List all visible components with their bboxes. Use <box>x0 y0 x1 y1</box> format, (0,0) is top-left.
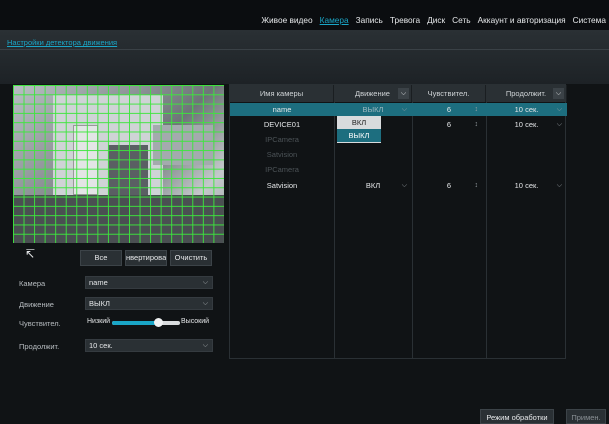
nav-system[interactable]: Система <box>573 15 606 25</box>
duration-select[interactable]: 10 сек. ⌵ <box>85 339 213 352</box>
process-mode-button[interactable]: Режим обработки <box>480 409 554 424</box>
nav-account[interactable]: Аккаунт и авторизация <box>478 15 566 25</box>
nav-live-video[interactable]: Живое видео <box>261 15 312 25</box>
page-header: Настройки детектора движения <box>0 30 609 84</box>
sensitivity-label: Чувствител. <box>19 319 61 328</box>
cell-motion[interactable]: ВЫКЛ ⌵ <box>334 103 412 116</box>
cell-name: IPCamera <box>265 135 299 144</box>
header-duration-label: Продолжит. <box>505 89 547 98</box>
table-row[interactable]: DEVICE01 6 ↕ 10 сек. ⌵ <box>230 118 567 131</box>
duration-label: Продолжит. <box>19 342 60 351</box>
motion-dropdown-menu: ВКЛ ВЫКЛ <box>337 116 381 143</box>
chevron-down-icon[interactable]: ⌵ <box>553 88 564 99</box>
nav-alarm[interactable]: Тревога <box>390 15 420 25</box>
header-motion[interactable]: Движение ⌵ <box>334 85 412 102</box>
cell-name: IPCamera <box>265 165 299 174</box>
table-header: Имя камеры Движение ⌵ Чувствител. Продол… <box>230 85 567 102</box>
select-all-button[interactable]: Все <box>80 250 122 266</box>
clear-button[interactable]: Очистить <box>170 250 212 266</box>
table-row[interactable]: IPCamera <box>230 133 567 146</box>
spinner-icon: ↕ <box>474 121 479 128</box>
header-divider <box>0 49 609 50</box>
camera-table: Имя камеры Движение ⌵ Чувствител. Продол… <box>229 84 567 359</box>
motion-select[interactable]: ВЫКЛ ⌵ <box>85 297 213 310</box>
cell-sensitivity-value: 6 <box>446 120 452 129</box>
camera-select[interactable]: name ⌵ <box>85 276 213 289</box>
chevron-down-icon: ⌵ <box>556 106 562 113</box>
duration-select-value: 10 сек. <box>89 341 113 350</box>
header-motion-label: Движение <box>355 89 390 98</box>
cell-name: name <box>272 105 292 114</box>
cell-name: Satvision <box>266 181 298 190</box>
sensitivity-slider[interactable] <box>112 318 180 327</box>
nav-camera[interactable]: Камера <box>320 15 349 25</box>
dropdown-option-on[interactable]: ВКЛ <box>337 116 381 129</box>
spinner-icon: ↕ <box>474 182 479 189</box>
table-row[interactable]: name ВЫКЛ ⌵ 6 ↕ 10 сек. ⌵ <box>230 103 567 116</box>
table-row[interactable]: Satvision <box>230 148 567 161</box>
spinner-icon: ↕ <box>474 106 479 113</box>
header-camera-name: Имя камеры <box>230 85 334 102</box>
chevron-down-icon: ⌵ <box>202 300 208 307</box>
sensitivity-low-label: Низкий <box>87 318 111 325</box>
mouse-cursor-icon: ↸ <box>25 247 36 261</box>
cell-sensitivity-value: 6 <box>446 181 452 190</box>
cell-name: Satvision <box>266 150 298 159</box>
motion-grid[interactable] <box>13 85 224 243</box>
cell-motion-value: ВЫКЛ <box>362 105 384 114</box>
motion-label: Движение <box>19 300 54 309</box>
chevron-down-icon: ⌵ <box>202 342 208 349</box>
apply-button[interactable]: Примен. <box>566 409 606 424</box>
header-sensitivity: Чувствител. <box>412 85 486 102</box>
top-nav: Живое видео Камера Запись Тревога Диск С… <box>0 0 609 30</box>
chevron-down-icon: ⌵ <box>401 182 407 189</box>
nav-network[interactable]: Сеть <box>452 15 470 25</box>
cell-duration[interactable]: 10 сек. ⌵ <box>486 118 567 131</box>
camera-preview[interactable] <box>13 85 224 243</box>
chevron-down-icon: ⌵ <box>202 279 208 286</box>
chevron-down-icon: ⌵ <box>556 121 562 128</box>
chevron-down-icon: ⌵ <box>556 182 562 189</box>
sensitivity-slider-fill <box>112 321 159 325</box>
nav-items: Живое видео Камера Запись Тревога Диск С… <box>261 15 606 25</box>
sensitivity-high-label: Высокий <box>181 318 210 325</box>
table-row[interactable]: Satvision ВКЛ ⌵ 6 ↕ 10 сек. ⌵ <box>230 179 567 192</box>
header-duration[interactable]: Продолжит. ⌵ <box>486 85 567 102</box>
cell-duration[interactable]: 10 сек. ⌵ <box>486 103 567 116</box>
cell-name: DEVICE01 <box>263 120 301 129</box>
table-row[interactable]: IPCamera <box>230 163 567 176</box>
cell-motion-value: ВКЛ <box>365 181 381 190</box>
invert-button[interactable]: нвертирова <box>125 250 167 266</box>
cell-duration-value: 10 сек. <box>514 105 539 114</box>
camera-label: Камера <box>19 279 46 288</box>
nav-record[interactable]: Запись <box>356 15 383 25</box>
cell-sensitivity[interactable]: 6 ↕ <box>412 118 486 131</box>
cell-duration-value: 10 сек. <box>514 120 539 129</box>
cell-motion[interactable]: ВКЛ ⌵ <box>334 179 412 192</box>
chevron-down-icon[interactable]: ⌵ <box>398 88 409 99</box>
cell-duration-value: 10 сек. <box>514 181 539 190</box>
motion-select-value: ВЫКЛ <box>89 299 110 308</box>
cell-sensitivity[interactable]: 6 ↕ <box>412 179 486 192</box>
page-title[interactable]: Настройки детектора движения <box>7 38 117 47</box>
camera-select-value: name <box>89 278 108 287</box>
cell-sensitivity-value: 6 <box>446 105 452 114</box>
chevron-down-icon: ⌵ <box>401 106 407 113</box>
cell-sensitivity[interactable]: 6 ↕ <box>412 103 486 116</box>
dropdown-option-off[interactable]: ВЫКЛ <box>337 129 381 142</box>
cell-duration[interactable]: 10 сек. ⌵ <box>486 179 567 192</box>
nav-disk[interactable]: Диск <box>427 15 445 25</box>
